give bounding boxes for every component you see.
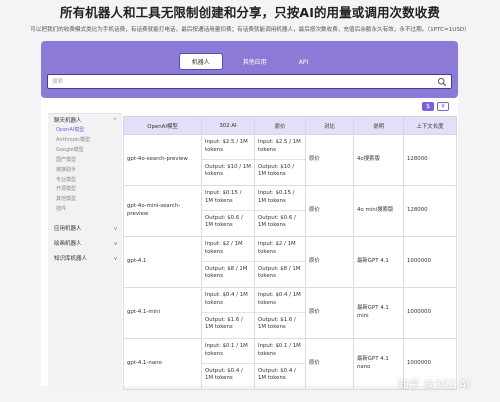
- price-original: Input: $2 / 1M tokens Output: $8 / 1M tok…: [254, 236, 306, 288]
- model-description: 4o mini搜索版: [353, 185, 404, 237]
- price-input: Input: $2.5 / 1M tokens: [255, 135, 305, 160]
- sidebar-group-label: 绘画机器人: [54, 241, 82, 248]
- price-input: Input: $2 / 1M tokens: [202, 237, 254, 262]
- price-compare: 原价: [305, 236, 354, 288]
- price-input: Input: $0.4 / 1M tokens: [202, 288, 254, 313]
- page-subline: 可以把我们的收费模式类比为手机话费，有话费就能打电话，最后按通话用量扣费；有话费…: [30, 27, 470, 33]
- context-length: 128000: [403, 185, 457, 237]
- tab-other-apps[interactable]: 其他应用: [231, 54, 279, 69]
- model-description: 4o搜索版: [353, 134, 404, 186]
- price-input: Input: $0.1 / 1M tokens: [255, 339, 305, 364]
- price-input: Input: $2.5 / 1M tokens: [202, 135, 254, 160]
- table-row: gpt-4.1 Input: $2 / 1M tokens Output: $8 …: [123, 236, 457, 288]
- context-length: 128000: [403, 134, 457, 186]
- sidebar-group-label: 聊天机器人: [54, 118, 82, 124]
- price-output: Output: $10 / 1M tokens: [258, 163, 295, 178]
- search-icon[interactable]: [437, 77, 447, 87]
- sidebar-item-openai[interactable]: OpenAI模型: [48, 126, 122, 136]
- pricing-page: 所有机器人和工具无限制创建和分享，只按AI的用量或调用次数收费 可以把我们的收费…: [0, 0, 500, 402]
- price-output: Output: $0.4 / 1M tokens: [205, 367, 243, 382]
- search-box: [47, 74, 452, 89]
- model-name: gpt-4.1-nano: [123, 338, 202, 390]
- price-compare: 原价: [305, 185, 354, 237]
- price-input: Input: $0.4 / 1M tokens: [255, 288, 305, 313]
- price-output: Output: $1.6 / 1M tokens: [205, 316, 243, 331]
- price-input: Input: $2 / 1M tokens: [255, 237, 305, 262]
- zhihu-watermark: 知乎 @302 AI: [398, 378, 470, 391]
- price-302ai: Input: $0.4 / 1M tokens Output: $1.6 / 1M…: [201, 287, 255, 339]
- tab-bots[interactable]: 机器人: [178, 53, 223, 70]
- sidebar-item-link-assistant[interactable]: 链接助手: [48, 166, 122, 176]
- price-output: Output: $0.4 / 1M tokens: [258, 367, 296, 382]
- currency-usd-toggle[interactable]: $: [422, 102, 434, 111]
- sidebar-item-domestic[interactable]: 国产模型: [48, 156, 122, 166]
- sidebar-group-knowledge-bots[interactable]: 知识库机器人 v: [48, 252, 122, 267]
- model-description: 最新GPT 4.1: [353, 236, 404, 288]
- sidebar-group-chatbots[interactable]: 聊天机器人 ^: [48, 117, 122, 126]
- sidebar-item-anthropic[interactable]: Anthropic模型: [48, 136, 122, 146]
- price-original: Input: $0.15 / 1M tokens Output: $0.6 / 1…: [254, 185, 306, 237]
- currency-cny-toggle[interactable]: ¥: [437, 102, 449, 111]
- sidebar-item-open-source[interactable]: 开源模型: [48, 185, 122, 195]
- chevron-down-icon: v: [114, 256, 117, 263]
- price-302ai: Input: $2 / 1M tokens Output: $8 / 1M tok…: [201, 236, 255, 288]
- price-original: Input: $2.5 / 1M tokens Output: $10 / 1M …: [254, 134, 306, 186]
- pricing-table: OpenAI模型 302.AI 原价 对比 说明 上下文长度 gpt-4o-se…: [123, 116, 457, 390]
- price-input: Input: $0.1 / 1M tokens: [202, 339, 254, 364]
- chevron-down-icon: v: [114, 241, 117, 248]
- table-row: gpt-4.1-mini Input: $0.4 / 1M tokens Outp…: [123, 287, 457, 339]
- search-panel: 机器人 其他应用 API: [41, 41, 458, 98]
- model-name: gpt-4.1-mini: [123, 287, 202, 339]
- column-header-compare: 对比: [305, 116, 354, 135]
- price-302ai: Input: $2.5 / 1M tokens Output: $10 / 1M …: [201, 134, 255, 186]
- sidebar-group-drawing-bots[interactable]: 绘画机器人 v: [48, 237, 122, 252]
- price-output: Output: $8 / 1M tokens: [205, 265, 248, 280]
- table-row: gpt-4o-search-preview Input: $2.5 / 1M t…: [123, 134, 457, 186]
- sidebar-item-google[interactable]: Google模型: [48, 146, 122, 156]
- price-compare: 原价: [305, 338, 354, 390]
- sidebar-item-other[interactable]: 其他模型: [48, 195, 122, 205]
- price-output: Output: $0.6 / 1M tokens: [205, 214, 243, 229]
- price-original: Input: $0.1 / 1M tokens Output: $0.4 / 1M…: [254, 338, 306, 390]
- context-length: 1000000: [403, 287, 457, 339]
- model-description: 最新GPT 4.1 mini: [353, 287, 404, 339]
- sidebar-group-app-bots[interactable]: 应用机器人 v: [48, 222, 122, 237]
- pricing-card: $ ¥ 聊天机器人 ^ OpenAI模型 Anthropic模型 Google模型…: [41, 98, 458, 390]
- price-output: Output: $1.6 / 1M tokens: [258, 316, 296, 331]
- column-header-description: 说明: [353, 116, 404, 135]
- column-header-model: OpenAI模型: [123, 116, 202, 135]
- price-302ai: Input: $0.1 / 1M tokens Output: $0.4 / 1M…: [201, 338, 255, 390]
- sidebar-group-label: 知识库机器人: [54, 256, 88, 263]
- sidebar-group-label: 应用机器人: [54, 226, 82, 233]
- price-input: Input: $0.15 / 1M tokens: [255, 186, 305, 211]
- model-name: gpt-4o-search-preview: [123, 134, 202, 186]
- table-header-row: OpenAI模型 302.AI 原价 对比 说明 上下文长度: [123, 116, 457, 135]
- price-302ai: Input: $0.15 / 1M tokens Output: $0.6 / 1…: [201, 185, 255, 237]
- sidebar-item-plugins[interactable]: 插件: [48, 205, 122, 215]
- column-header-original-price: 原价: [254, 116, 306, 135]
- price-input: Input: $0.15 / 1M tokens: [202, 186, 254, 211]
- model-description: 最新GPT 4.1 nano: [353, 338, 404, 390]
- price-compare: 原价: [305, 287, 354, 339]
- price-output: Output: $10 / 1M tokens: [205, 163, 251, 178]
- column-header-context-length: 上下文长度: [403, 116, 457, 135]
- price-compare: 原价: [305, 134, 354, 186]
- category-sidebar: 聊天机器人 ^ OpenAI模型 Anthropic模型 Google模型 国产…: [48, 113, 122, 386]
- tab-api[interactable]: API: [287, 56, 321, 69]
- table-row: gpt-4o-mini-search-preview Input: $0.15 …: [123, 185, 457, 237]
- search-input[interactable]: [52, 77, 432, 87]
- model-name: gpt-4o-mini-search-preview: [123, 185, 202, 237]
- column-header-302ai: 302.AI: [201, 116, 255, 135]
- sidebar-item-pro[interactable]: 专业模型: [48, 176, 122, 186]
- currency-toggle: $ ¥: [419, 102, 449, 111]
- context-length: 1000000: [403, 236, 457, 288]
- chevron-up-icon: ^: [112, 118, 117, 124]
- model-name: gpt-4.1: [123, 236, 202, 288]
- tab-bar: 机器人 其他应用 API: [41, 53, 458, 70]
- price-output: Output: $8 / 1M tokens: [258, 265, 301, 280]
- price-output: Output: $0.6 / 1M tokens: [258, 214, 296, 229]
- page-headline: 所有机器人和工具无限制创建和分享，只按AI的用量或调用次数收费: [60, 5, 440, 20]
- price-original: Input: $0.4 / 1M tokens Output: $1.6 / 1M…: [254, 287, 306, 339]
- chevron-down-icon: v: [114, 226, 117, 233]
